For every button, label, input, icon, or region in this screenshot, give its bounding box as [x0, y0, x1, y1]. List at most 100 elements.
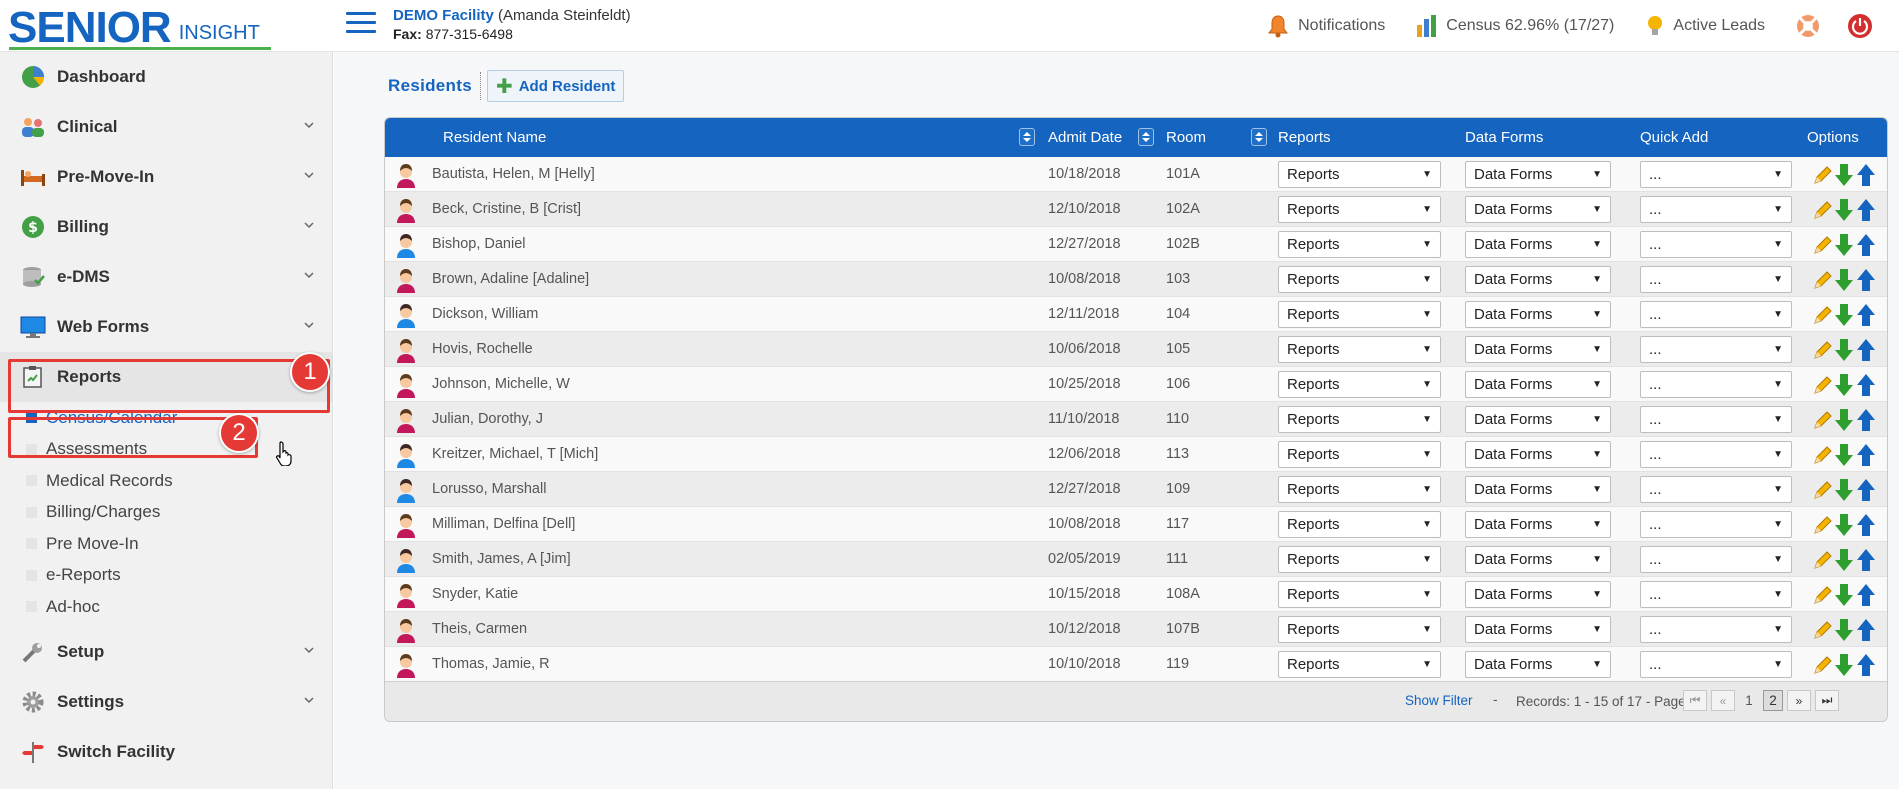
reports-select[interactable]: Reports	[1278, 231, 1441, 258]
menu-toggle-icon[interactable]	[346, 12, 376, 36]
move-down-arrow-icon[interactable]	[1833, 477, 1855, 503]
reports-select[interactable]: Reports	[1278, 196, 1441, 223]
move-down-arrow-icon[interactable]	[1833, 582, 1855, 608]
sort-admit-date-icon[interactable]	[1019, 128, 1035, 146]
facility-name[interactable]: DEMO Facility	[393, 7, 494, 24]
move-down-arrow-icon[interactable]	[1833, 267, 1855, 293]
edit-pencil-icon[interactable]	[1811, 652, 1833, 678]
move-up-arrow-icon[interactable]	[1855, 582, 1877, 608]
sidebar-item-pre-move-in[interactable]: Pre-Move-In	[0, 152, 332, 202]
move-down-arrow-icon[interactable]	[1833, 372, 1855, 398]
reports-select[interactable]: Reports	[1278, 616, 1441, 643]
quick-add-select[interactable]: ...	[1640, 406, 1792, 433]
edit-pencil-icon[interactable]	[1811, 582, 1833, 608]
move-up-arrow-icon[interactable]	[1855, 652, 1877, 678]
sidebar-item-switch-facility[interactable]: Switch Facility	[0, 727, 332, 777]
move-up-arrow-icon[interactable]	[1855, 267, 1877, 293]
edit-pencil-icon[interactable]	[1811, 267, 1833, 293]
table-row[interactable]: Theis, Carmen 10/12/2018 107B Reports Data F…	[385, 612, 1887, 647]
edit-pencil-icon[interactable]	[1811, 337, 1833, 363]
reports-select[interactable]: Reports	[1278, 546, 1441, 573]
move-up-arrow-icon[interactable]	[1855, 512, 1877, 538]
resident-name[interactable]: Bautista, Helen, M [Helly]	[432, 157, 595, 192]
table-row[interactable]: Thomas, Jamie, R 10/10/2018 119 Reports Data…	[385, 647, 1887, 682]
data-forms-select[interactable]: Data Forms	[1465, 441, 1611, 468]
resident-name[interactable]: Milliman, Delfina [Dell]	[432, 507, 575, 542]
sidebar-item-settings[interactable]: Settings	[0, 677, 332, 727]
edit-pencil-icon[interactable]	[1811, 162, 1833, 188]
edit-pencil-icon[interactable]	[1811, 302, 1833, 328]
data-forms-select[interactable]: Data Forms	[1465, 161, 1611, 188]
show-filter-link[interactable]: Show Filter	[1405, 693, 1473, 708]
edit-pencil-icon[interactable]	[1811, 232, 1833, 258]
table-row[interactable]: Johnson, Michelle, W 10/25/2018 106 Reports…	[385, 367, 1887, 402]
move-up-arrow-icon[interactable]	[1855, 372, 1877, 398]
move-down-arrow-icon[interactable]	[1833, 547, 1855, 573]
quick-add-select[interactable]: ...	[1640, 476, 1792, 503]
resident-name[interactable]: Smith, James, A [Jim]	[432, 542, 571, 577]
submenu-item-ad-hoc[interactable]: Ad-hoc	[26, 591, 332, 623]
add-resident-button[interactable]: ✚ Add Resident	[486, 70, 625, 102]
sort-reports-icon[interactable]	[1251, 128, 1267, 146]
reports-select[interactable]: Reports	[1278, 581, 1441, 608]
table-row[interactable]: Brown, Adaline [Adaline] 10/08/2018 103 Rep…	[385, 262, 1887, 297]
data-forms-select[interactable]: Data Forms	[1465, 196, 1611, 223]
first-page-icon[interactable]: ⏮	[1683, 690, 1707, 711]
quick-add-select[interactable]: ...	[1640, 651, 1792, 678]
help-lifebuoy-icon[interactable]	[1795, 13, 1821, 39]
resident-name[interactable]: Beck, Cristine, B [Crist]	[432, 192, 581, 227]
sidebar-item-web-forms[interactable]: Web Forms	[0, 302, 332, 352]
reports-select[interactable]: Reports	[1278, 476, 1441, 503]
data-forms-select[interactable]: Data Forms	[1465, 301, 1611, 328]
reports-select[interactable]: Reports	[1278, 441, 1441, 468]
table-row[interactable]: Milliman, Delfina [Dell] 10/08/2018 117 Rep…	[385, 507, 1887, 542]
submenu-item-billing-charges[interactable]: Billing/Charges	[26, 497, 332, 529]
move-up-arrow-icon[interactable]	[1855, 442, 1877, 468]
notifications-link[interactable]: Notifications	[1265, 13, 1385, 39]
resident-name[interactable]: Thomas, Jamie, R	[432, 647, 550, 682]
edit-pencil-icon[interactable]	[1811, 442, 1833, 468]
data-forms-select[interactable]: Data Forms	[1465, 581, 1611, 608]
quick-add-select[interactable]: ...	[1640, 196, 1792, 223]
table-row[interactable]: Smith, James, A [Jim] 02/05/2019 111 Report…	[385, 542, 1887, 577]
data-forms-select[interactable]: Data Forms	[1465, 266, 1611, 293]
active-leads-link[interactable]: Active Leads	[1644, 13, 1765, 39]
power-logout-icon[interactable]	[1847, 13, 1873, 39]
reports-select[interactable]: Reports	[1278, 406, 1441, 433]
submenu-item-e-reports[interactable]: e-Reports	[26, 560, 332, 592]
table-row[interactable]: Beck, Cristine, B [Crist] 12/10/2018 102A R…	[385, 192, 1887, 227]
move-down-arrow-icon[interactable]	[1833, 512, 1855, 538]
resident-name[interactable]: Brown, Adaline [Adaline]	[432, 262, 589, 297]
edit-pencil-icon[interactable]	[1811, 512, 1833, 538]
move-up-arrow-icon[interactable]	[1855, 337, 1877, 363]
sidebar-item-dashboard[interactable]: Dashboard	[0, 52, 332, 102]
move-up-arrow-icon[interactable]	[1855, 617, 1877, 643]
table-row[interactable]: Lorusso, Marshall 12/27/2018 109 Reports Dat…	[385, 472, 1887, 507]
reports-select[interactable]: Reports	[1278, 336, 1441, 363]
quick-add-select[interactable]: ...	[1640, 301, 1792, 328]
resident-name[interactable]: Bishop, Daniel	[432, 227, 526, 262]
move-down-arrow-icon[interactable]	[1833, 162, 1855, 188]
move-down-arrow-icon[interactable]	[1833, 232, 1855, 258]
move-up-arrow-icon[interactable]	[1855, 197, 1877, 223]
edit-pencil-icon[interactable]	[1811, 407, 1833, 433]
quick-add-select[interactable]: ...	[1640, 616, 1792, 643]
table-row[interactable]: Bishop, Daniel 12/27/2018 102B Reports Data …	[385, 227, 1887, 262]
quick-add-select[interactable]: ...	[1640, 441, 1792, 468]
sort-room-icon[interactable]	[1138, 128, 1154, 146]
data-forms-select[interactable]: Data Forms	[1465, 336, 1611, 363]
resident-name[interactable]: Lorusso, Marshall	[432, 472, 546, 507]
move-up-arrow-icon[interactable]	[1855, 162, 1877, 188]
data-forms-select[interactable]: Data Forms	[1465, 651, 1611, 678]
move-down-arrow-icon[interactable]	[1833, 337, 1855, 363]
quick-add-select[interactable]: ...	[1640, 231, 1792, 258]
edit-pencil-icon[interactable]	[1811, 372, 1833, 398]
edit-pencil-icon[interactable]	[1811, 547, 1833, 573]
quick-add-select[interactable]: ...	[1640, 266, 1792, 293]
sidebar-item-clinical[interactable]: Clinical	[0, 102, 332, 152]
move-up-arrow-icon[interactable]	[1855, 407, 1877, 433]
move-up-arrow-icon[interactable]	[1855, 547, 1877, 573]
move-up-arrow-icon[interactable]	[1855, 232, 1877, 258]
data-forms-select[interactable]: Data Forms	[1465, 511, 1611, 538]
data-forms-select[interactable]: Data Forms	[1465, 371, 1611, 398]
